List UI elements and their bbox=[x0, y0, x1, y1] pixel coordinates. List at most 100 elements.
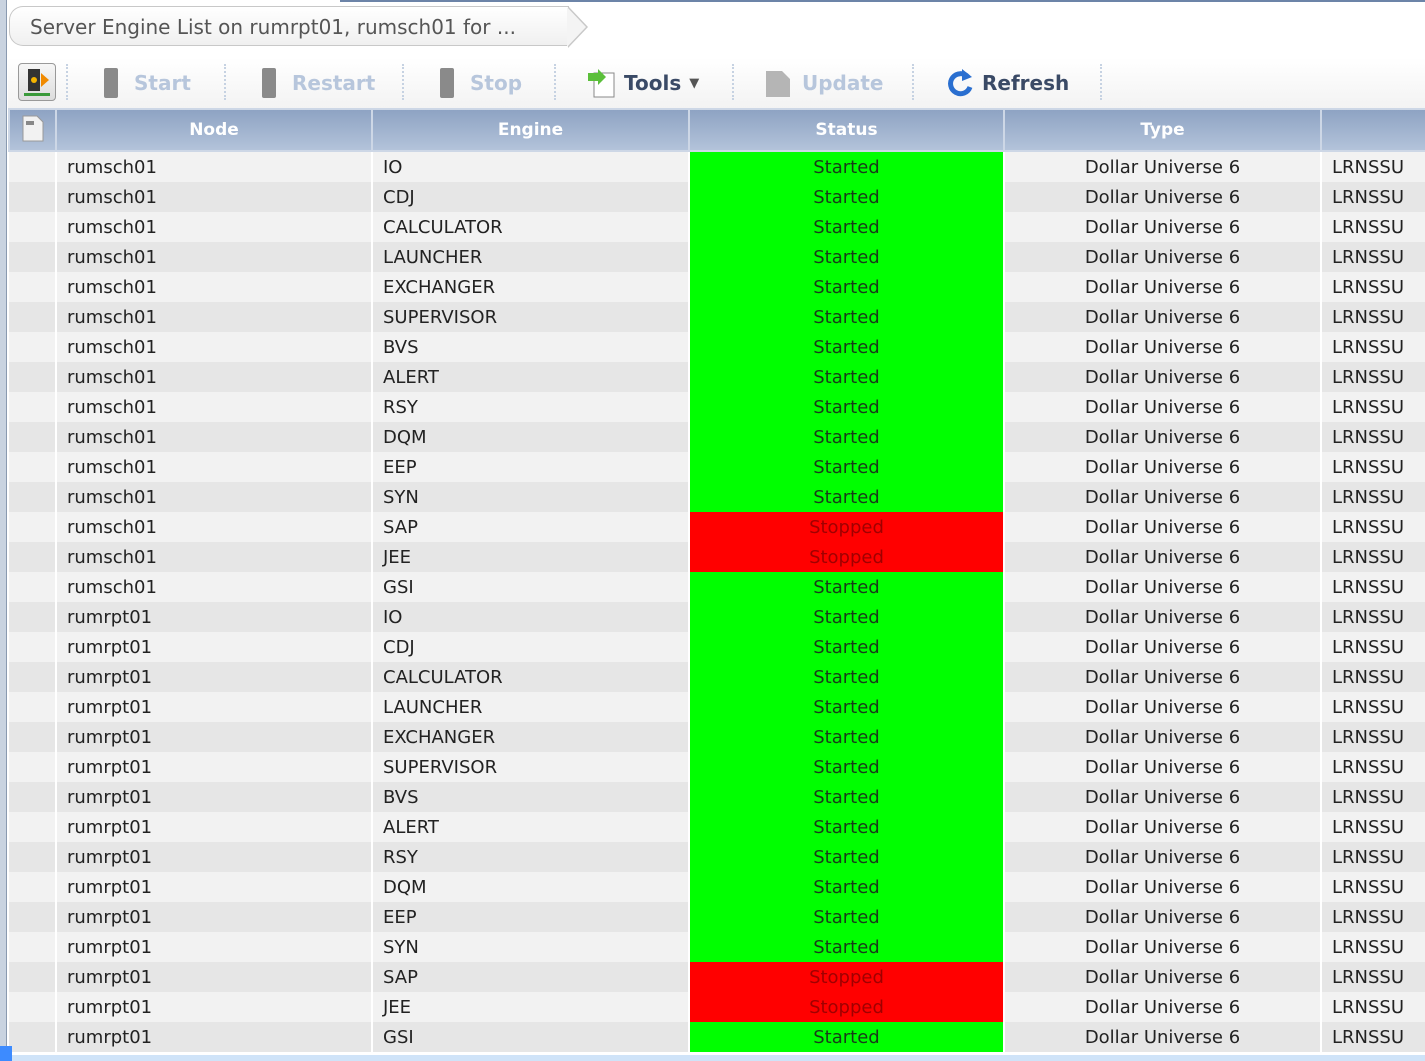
node-cell: rumsch01 bbox=[56, 212, 373, 242]
engine-status-icon-button[interactable] bbox=[18, 63, 56, 101]
row-selector[interactable] bbox=[9, 932, 57, 962]
table-row[interactable]: rumrpt01 RSY Started Dollar Universe 6 LRNSS… bbox=[9, 842, 1425, 872]
table-row[interactable]: rumsch01 CALCULATOR Started Dollar Universe… bbox=[9, 212, 1425, 242]
type-cell: Dollar Universe 6 bbox=[1004, 932, 1322, 962]
row-selector[interactable] bbox=[9, 182, 57, 212]
tools-label: Tools bbox=[624, 71, 682, 95]
status-cell: Started bbox=[689, 602, 1005, 632]
column-header-extra[interactable] bbox=[1320, 108, 1425, 152]
table-row[interactable]: rumsch01 SAP Stopped Dollar Universe 6 LRNSS… bbox=[9, 512, 1425, 542]
row-selector[interactable] bbox=[9, 272, 57, 302]
row-selector[interactable] bbox=[9, 902, 57, 932]
table-row[interactable]: rumrpt01 DQM Started Dollar Universe 6 LRNSS… bbox=[9, 872, 1425, 902]
status-cell: Started bbox=[689, 782, 1005, 812]
column-header-status[interactable]: Status bbox=[688, 108, 1005, 152]
row-selector[interactable] bbox=[9, 512, 57, 542]
table-row[interactable]: rumsch01 DQM Started Dollar Universe 6 LRNSS… bbox=[9, 422, 1425, 452]
row-selector[interactable] bbox=[9, 782, 57, 812]
resize-handle[interactable] bbox=[0, 1046, 12, 1061]
row-selector[interactable] bbox=[9, 452, 57, 482]
start-button[interactable]: Start bbox=[104, 66, 191, 100]
table-row[interactable]: rumrpt01 EEP Started Dollar Universe 6 LRNSS… bbox=[9, 902, 1425, 932]
row-selector[interactable] bbox=[9, 872, 57, 902]
node-cell: rumrpt01 bbox=[56, 992, 373, 1022]
type-cell: Dollar Universe 6 bbox=[1004, 542, 1322, 572]
table-row[interactable]: rumsch01 GSI Started Dollar Universe 6 LRNSS… bbox=[9, 572, 1425, 602]
row-selector[interactable] bbox=[9, 242, 57, 272]
column-header-type[interactable]: Type bbox=[1003, 108, 1322, 152]
row-selector[interactable] bbox=[9, 302, 57, 332]
table-row[interactable]: rumsch01 RSY Started Dollar Universe 6 LRNSS… bbox=[9, 392, 1425, 422]
tools-menu-button[interactable]: Tools ▼ bbox=[586, 66, 699, 100]
table-row[interactable]: rumrpt01 SAP Stopped Dollar Universe 6 LRNSS… bbox=[9, 962, 1425, 992]
table-row[interactable]: rumrpt01 BVS Started Dollar Universe 6 LRNSS… bbox=[9, 782, 1425, 812]
row-selector[interactable] bbox=[9, 362, 57, 392]
type-cell: Dollar Universe 6 bbox=[1004, 362, 1322, 392]
engine-cell: IO bbox=[372, 602, 690, 632]
status-cell: Started bbox=[689, 151, 1005, 182]
table-row[interactable]: rumrpt01 SUPERVISOR Started Dollar Universe… bbox=[9, 752, 1425, 782]
table-row[interactable]: rumsch01 CDJ Started Dollar Universe 6 LRNSS… bbox=[9, 182, 1425, 212]
table-row[interactable]: rumsch01 JEE Stopped Dollar Universe 6 LRNSS… bbox=[9, 542, 1425, 572]
engine-cell: RSY bbox=[372, 842, 690, 872]
row-selector[interactable] bbox=[9, 212, 57, 242]
breadcrumb[interactable]: Server Engine List on rumrpt01, rumsch01… bbox=[9, 6, 569, 46]
type-cell: Dollar Universe 6 bbox=[1004, 151, 1322, 182]
table-row[interactable]: rumrpt01 IO Started Dollar Universe 6 LRNSSU bbox=[9, 602, 1425, 632]
stop-button[interactable]: Stop bbox=[440, 66, 522, 100]
engine-cell: JEE bbox=[372, 992, 690, 1022]
row-selector[interactable] bbox=[9, 722, 57, 752]
refresh-button[interactable]: Refresh bbox=[946, 66, 1069, 100]
table-row[interactable]: rumrpt01 CDJ Started Dollar Universe 6 LRNSS… bbox=[9, 632, 1425, 662]
row-selector[interactable] bbox=[9, 812, 57, 842]
table-row[interactable]: rumsch01 EEP Started Dollar Universe 6 LRNSS… bbox=[9, 452, 1425, 482]
row-selector[interactable] bbox=[9, 602, 57, 632]
row-selector[interactable] bbox=[9, 752, 57, 782]
row-selector[interactable] bbox=[9, 542, 57, 572]
node-cell: rumsch01 bbox=[56, 242, 373, 272]
table-row[interactable]: rumrpt01 JEE Stopped Dollar Universe 6 LRNSS… bbox=[9, 992, 1425, 1022]
row-selector[interactable] bbox=[9, 1022, 57, 1052]
type-cell: Dollar Universe 6 bbox=[1004, 872, 1322, 902]
row-selector[interactable] bbox=[9, 482, 57, 512]
node-cell: rumsch01 bbox=[56, 272, 373, 302]
node-cell: rumrpt01 bbox=[56, 782, 373, 812]
table-row[interactable]: rumsch01 EXCHANGER Started Dollar Universe … bbox=[9, 272, 1425, 302]
column-header-node[interactable]: Node bbox=[55, 108, 373, 152]
row-selector[interactable] bbox=[9, 692, 57, 722]
row-selector[interactable] bbox=[9, 151, 57, 182]
table-row[interactable]: rumrpt01 CALCULATOR Started Dollar Universe… bbox=[9, 662, 1425, 692]
row-selector[interactable] bbox=[9, 422, 57, 452]
update-button[interactable]: Update bbox=[762, 66, 884, 100]
row-selector[interactable] bbox=[9, 572, 57, 602]
restart-button[interactable]: Restart bbox=[262, 66, 375, 100]
row-selector[interactable] bbox=[9, 392, 57, 422]
code-cell: LRNSSU bbox=[1321, 392, 1425, 422]
row-selector[interactable] bbox=[9, 992, 57, 1022]
table-row[interactable]: rumrpt01 EXCHANGER Started Dollar Universe … bbox=[9, 722, 1425, 752]
table-row[interactable]: rumsch01 SYN Started Dollar Universe 6 LRNSS… bbox=[9, 482, 1425, 512]
node-cell: rumsch01 bbox=[56, 512, 373, 542]
row-selector[interactable] bbox=[9, 962, 57, 992]
table-row[interactable]: rumsch01 LAUNCHER Started Dollar Universe 6… bbox=[9, 242, 1425, 272]
column-chooser-button[interactable] bbox=[8, 108, 57, 152]
node-cell: rumsch01 bbox=[56, 482, 373, 512]
table-row[interactable]: rumrpt01 GSI Started Dollar Universe 6 LRNSS… bbox=[9, 1022, 1425, 1052]
table-row[interactable]: rumsch01 ALERT Started Dollar Universe 6 LRN… bbox=[9, 362, 1425, 392]
table-row[interactable]: rumrpt01 LAUNCHER Started Dollar Universe 6… bbox=[9, 692, 1425, 722]
row-selector[interactable] bbox=[9, 662, 57, 692]
row-selector[interactable] bbox=[9, 842, 57, 872]
status-cell: Started bbox=[689, 392, 1005, 422]
row-selector[interactable] bbox=[9, 632, 57, 662]
type-cell: Dollar Universe 6 bbox=[1004, 632, 1322, 662]
table-row[interactable]: rumsch01 SUPERVISOR Started Dollar Universe… bbox=[9, 302, 1425, 332]
table-row[interactable]: rumsch01 IO Started Dollar Universe 6 LRNSSU bbox=[9, 151, 1425, 182]
type-cell: Dollar Universe 6 bbox=[1004, 962, 1322, 992]
table-row[interactable]: rumrpt01 SYN Started Dollar Universe 6 LRNSS… bbox=[9, 932, 1425, 962]
table-row[interactable]: rumrpt01 ALERT Started Dollar Universe 6 LRN… bbox=[9, 812, 1425, 842]
row-selector[interactable] bbox=[9, 332, 57, 362]
column-header-engine[interactable]: Engine bbox=[371, 108, 690, 152]
table-row[interactable]: rumsch01 BVS Started Dollar Universe 6 LRNSS… bbox=[9, 332, 1425, 362]
status-cell: Started bbox=[689, 1022, 1005, 1052]
engine-cell: EEP bbox=[372, 902, 690, 932]
